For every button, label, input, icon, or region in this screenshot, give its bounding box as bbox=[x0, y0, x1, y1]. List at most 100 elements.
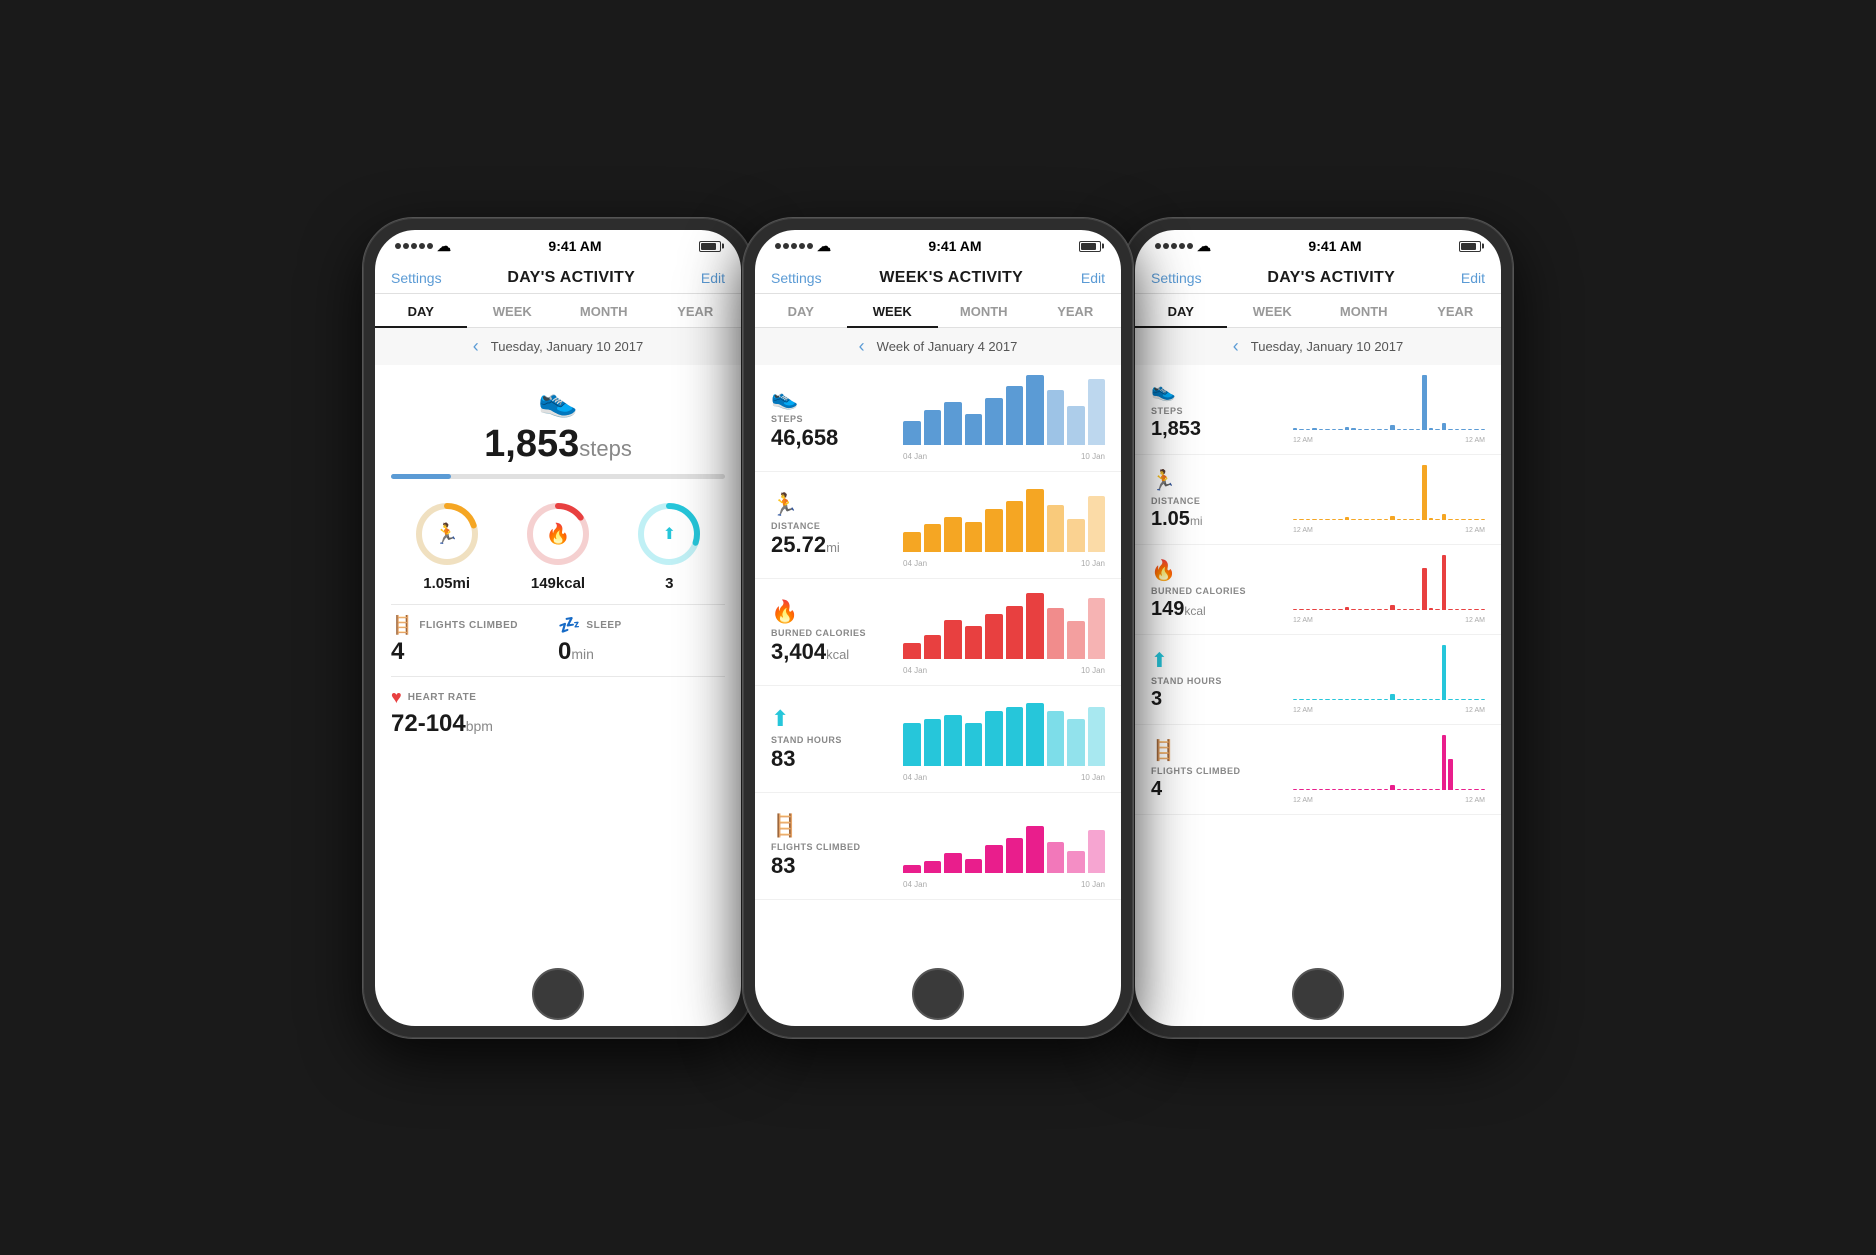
tab-week-1[interactable]: WEEK bbox=[467, 294, 559, 327]
status-time-2: 9:41 AM bbox=[928, 238, 981, 254]
mini-chart-end-cal: 12 AM bbox=[1465, 617, 1485, 624]
steps-unit-1: steps bbox=[579, 436, 632, 461]
sleep-value-1: 0 bbox=[558, 638, 571, 665]
ring-stand-1: ⬆ 3 bbox=[634, 499, 704, 592]
phone-3: ☁ 9:41 AM Settings DAY'S ACTIVITY Edit D… bbox=[1123, 218, 1513, 1038]
detail-row-flights: 🪜 FLIGHTS CLIMBED 4 bbox=[1135, 725, 1501, 815]
rings-row-1: 🏃 1.05mi 🔥 bbox=[375, 491, 741, 604]
detail-steps-chart: 12 AM 12 AM bbox=[1293, 375, 1485, 430]
hero-section-1: 👟 1,853steps bbox=[375, 365, 741, 474]
mini-chart-start-stand: 12 AM bbox=[1293, 707, 1313, 714]
calories-label-2: BURNED CALORIES bbox=[771, 628, 891, 638]
flights-value-1: 4 bbox=[391, 638, 404, 665]
tab-year-1[interactable]: YEAR bbox=[650, 294, 742, 327]
week-row-calories: 🔥 BURNED CALORIES 3,404kcal bbox=[755, 579, 1121, 686]
tab-bar-1: DAY WEEK MONTH YEAR bbox=[375, 294, 741, 328]
settings-link-2[interactable]: Settings bbox=[771, 270, 822, 286]
scroll-content-2[interactable]: 👟 STEPS 46,658 bbox=[755, 365, 1121, 1026]
nav-header-1: Settings DAY'S ACTIVITY Edit bbox=[375, 259, 741, 294]
chart-start-date-steps: 04 Jan bbox=[903, 452, 927, 461]
status-left-2: ☁ bbox=[775, 238, 831, 255]
detail-flights-label: FLIGHTS CLIMBED bbox=[1151, 766, 1281, 776]
chart-end-date-dist: 10 Jan bbox=[1081, 559, 1105, 568]
detail-row-stand: ⬆ STAND HOURS 3 bbox=[1135, 635, 1501, 725]
detail-steps-icon: 👟 bbox=[1151, 378, 1281, 403]
tab-day-2[interactable]: DAY bbox=[755, 294, 847, 327]
mini-chart-start-flights: 12 AM bbox=[1293, 797, 1313, 804]
week-row-steps: 👟 STEPS 46,658 bbox=[755, 365, 1121, 472]
detail-distance-chart: 12 AM 12 AM bbox=[1293, 465, 1485, 520]
metric-heart-1: ♥ HEART RATE 72-104bpm bbox=[391, 676, 725, 748]
screen-3: Settings DAY'S ACTIVITY Edit DAY WEEK MO… bbox=[1135, 259, 1501, 1026]
home-button-2[interactable] bbox=[912, 968, 964, 1020]
tab-year-2[interactable]: YEAR bbox=[1030, 294, 1122, 327]
sleep-label-1: SLEEP bbox=[586, 620, 621, 631]
edit-link-1[interactable]: Edit bbox=[701, 270, 725, 286]
detail-flights-value: 4 bbox=[1151, 778, 1162, 800]
flights-chart: 04 Jan 10 Jan bbox=[903, 803, 1105, 873]
heart-icon-1: ♥ bbox=[391, 687, 402, 708]
mini-chart-start-dist: 12 AM bbox=[1293, 527, 1313, 534]
detail-calories-left: 🔥 BURNED CALORIES 149kcal bbox=[1151, 558, 1281, 621]
ring-stand-value-1: 3 bbox=[665, 575, 673, 592]
detail-steps-value: 1,853 bbox=[1151, 418, 1201, 440]
phone-1: ☁ 9:41 AM Settings DAY'S ACTIVITY Edit D… bbox=[363, 218, 753, 1038]
flights-icon-2: 🪜 bbox=[771, 813, 891, 839]
detail-flights-chart: 12 AM 12 AM bbox=[1293, 735, 1485, 790]
home-button-1[interactable] bbox=[532, 968, 584, 1020]
week-row-distance: 🏃 DISTANCE 25.72mi bbox=[755, 472, 1121, 579]
distance-label-2: DISTANCE bbox=[771, 521, 891, 531]
ring-distance-value-1: 1.05mi bbox=[423, 575, 470, 592]
detail-flights-icon: 🪜 bbox=[1151, 738, 1281, 763]
distance-value-2: 25.72 bbox=[771, 532, 826, 557]
detail-distance-icon: 🏃 bbox=[1151, 468, 1281, 493]
detail-distance-label: DISTANCE bbox=[1151, 496, 1281, 506]
distance-icon-2: 🏃 bbox=[771, 492, 891, 518]
tab-month-2[interactable]: MONTH bbox=[938, 294, 1030, 327]
tab-year-3[interactable]: YEAR bbox=[1410, 294, 1502, 327]
detail-steps-left: 👟 STEPS 1,853 bbox=[1151, 378, 1281, 441]
prev-arrow-2[interactable]: ‹ bbox=[859, 336, 865, 357]
status-right-2 bbox=[1079, 241, 1101, 252]
detail-stand-value: 3 bbox=[1151, 688, 1162, 710]
ring-stand-icon-1: ⬆ bbox=[663, 524, 676, 544]
week-metric-steps: 👟 STEPS 46,658 bbox=[771, 385, 891, 451]
date-label-3: Tuesday, January 10 2017 bbox=[1251, 339, 1404, 354]
settings-link-3[interactable]: Settings bbox=[1151, 270, 1202, 286]
status-time-3: 9:41 AM bbox=[1308, 238, 1361, 254]
tab-month-3[interactable]: MONTH bbox=[1318, 294, 1410, 327]
edit-link-2[interactable]: Edit bbox=[1081, 270, 1105, 286]
tab-day-3[interactable]: DAY bbox=[1135, 294, 1227, 327]
week-metric-calories: 🔥 BURNED CALORIES 3,404kcal bbox=[771, 599, 891, 665]
status-bar-3: ☁ 9:41 AM bbox=[1135, 230, 1501, 259]
tab-month-1[interactable]: MONTH bbox=[558, 294, 650, 327]
settings-link-1[interactable]: Settings bbox=[391, 270, 442, 286]
tab-day-1[interactable]: DAY bbox=[375, 294, 467, 327]
metrics-grid-1: 🪜 FLIGHTS CLIMBED 4 💤 SLEEP 0min bbox=[375, 604, 741, 748]
mini-chart-end-dist: 12 AM bbox=[1465, 527, 1485, 534]
stand-chart: 04 Jan 10 Jan bbox=[903, 696, 1105, 766]
tab-week-2[interactable]: WEEK bbox=[847, 294, 939, 327]
metric-flights-1: 🪜 FLIGHTS CLIMBED 4 bbox=[391, 604, 558, 676]
detail-calories-chart: 12 AM 12 AM bbox=[1293, 555, 1485, 610]
prev-arrow-3[interactable]: ‹ bbox=[1233, 336, 1239, 357]
stand-value-2: 83 bbox=[771, 746, 795, 771]
scroll-content-1[interactable]: 👟 1,853steps bbox=[375, 365, 741, 1026]
mini-chart-end-steps: 12 AM bbox=[1465, 437, 1485, 444]
status-bar-1: ☁ 9:41 AM bbox=[375, 230, 741, 259]
detail-calories-icon: 🔥 bbox=[1151, 558, 1281, 583]
home-button-3[interactable] bbox=[1292, 968, 1344, 1020]
scroll-content-3[interactable]: 👟 STEPS 1,853 bbox=[1135, 365, 1501, 1026]
phones-container: ☁ 9:41 AM Settings DAY'S ACTIVITY Edit D… bbox=[368, 218, 1508, 1038]
steps-label-2: STEPS bbox=[771, 414, 891, 424]
steps-value-2: 46,658 bbox=[771, 425, 838, 450]
prev-arrow-1[interactable]: ‹ bbox=[473, 336, 479, 357]
date-nav-3: ‹ Tuesday, January 10 2017 bbox=[1135, 328, 1501, 365]
detail-row-calories: 🔥 BURNED CALORIES 149kcal bbox=[1135, 545, 1501, 635]
steps-icon-1: 👟 bbox=[391, 381, 725, 419]
nav-header-3: Settings DAY'S ACTIVITY Edit bbox=[1135, 259, 1501, 294]
edit-link-3[interactable]: Edit bbox=[1461, 270, 1485, 286]
sleep-icon-1: 💤 bbox=[558, 615, 580, 636]
tab-week-3[interactable]: WEEK bbox=[1227, 294, 1319, 327]
detail-calories-value: 149 bbox=[1151, 598, 1184, 620]
